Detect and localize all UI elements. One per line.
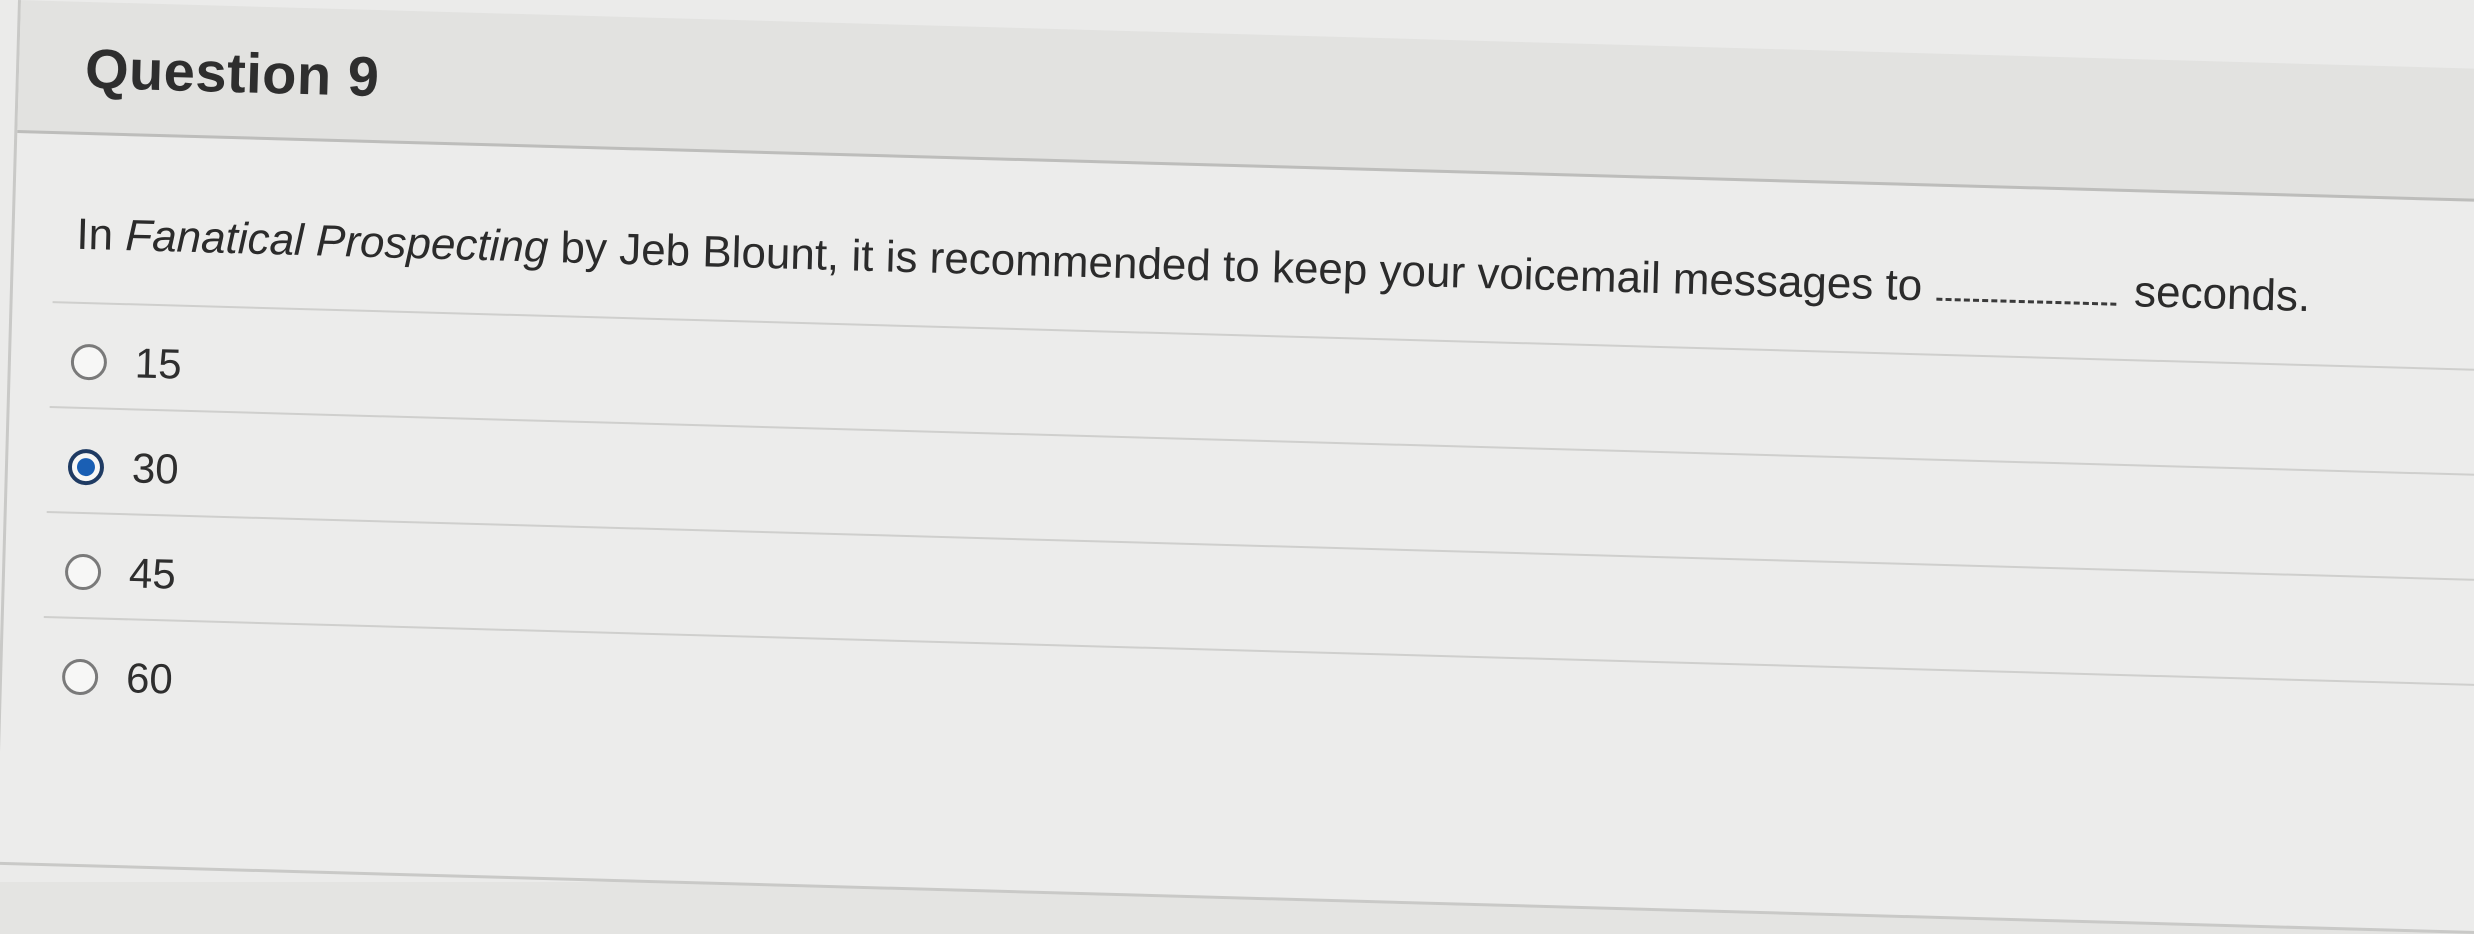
answer-label-45: 45 [128,549,177,598]
answer-option-45[interactable]: 45 [64,542,176,605]
question-text-middle: by Jeb Blount, it is recommended to keep… [547,222,1923,311]
radio-button-15[interactable] [70,343,108,381]
question-title: Question 9 [84,36,381,109]
answer-blank [1935,287,2117,306]
answer-label-60: 60 [125,654,174,703]
answer-label-15: 15 [134,339,183,388]
question-text-start: In [75,209,127,261]
answer-option-30[interactable]: 30 [67,437,179,500]
radio-button-45[interactable] [64,553,102,591]
radio-button-60[interactable] [61,658,99,696]
answer-option-60[interactable]: 60 [61,647,173,710]
answer-option-15[interactable]: 15 [70,332,182,395]
question-card: Question 9 In Fanatical Prospecting by J… [0,0,2474,934]
divider [46,511,2474,582]
divider [43,615,2474,687]
answer-label-30: 30 [131,444,180,493]
question-prompt: In Fanatical Prospecting by Jeb Blount, … [76,210,2456,326]
book-title: Fanatical Prospecting [124,211,550,272]
divider [49,406,2474,477]
question-text-end: seconds. [2133,267,2311,322]
radio-button-30[interactable] [67,448,105,486]
